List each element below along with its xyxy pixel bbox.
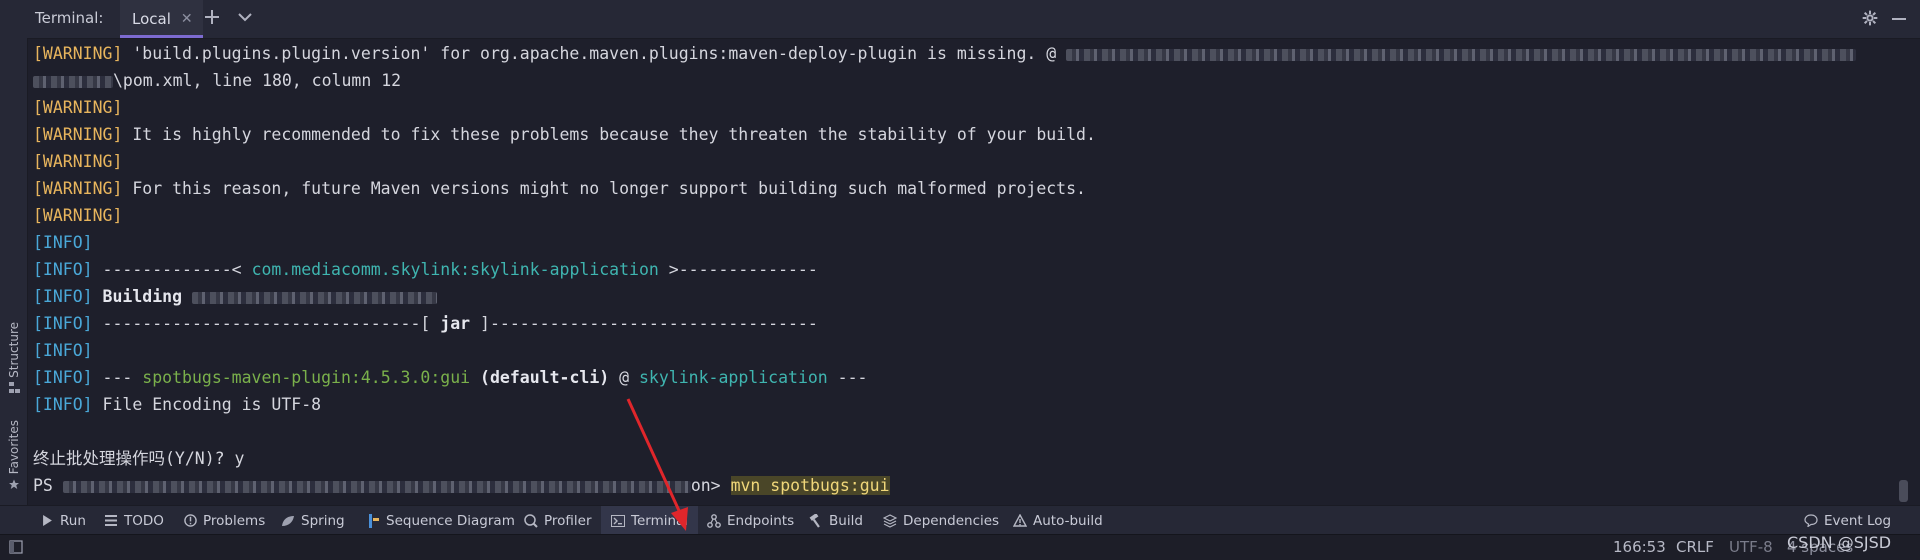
favorites-tab-label: Favorites bbox=[7, 420, 21, 475]
terminal-line: [WARNING] For this reason, future Maven … bbox=[33, 179, 1086, 198]
terminal-scrollbar[interactable] bbox=[1899, 480, 1908, 502]
plus-icon bbox=[205, 10, 219, 24]
line-separator[interactable]: CRLF bbox=[1676, 538, 1714, 556]
star-icon bbox=[8, 478, 20, 490]
sequence-diagram-tool-button[interactable]: Sequence Diagram bbox=[366, 506, 515, 535]
terminal-line: [INFO] File Encoding is UTF-8 bbox=[33, 395, 322, 414]
terminal-line: [INFO] --- spotbugs-maven-plugin:4.5.3.0… bbox=[33, 368, 868, 387]
close-icon[interactable]: ✕ bbox=[181, 11, 193, 27]
info-circle-icon bbox=[183, 514, 197, 528]
structure-tab[interactable]: Structure bbox=[3, 322, 25, 394]
redacted-text bbox=[1066, 48, 1857, 61]
favorites-tab[interactable]: Favorites bbox=[3, 420, 25, 490]
auto-build-tool-button[interactable]: Auto-build bbox=[1013, 506, 1103, 535]
toggle-panels-icon[interactable] bbox=[9, 540, 23, 558]
hammer-icon bbox=[809, 513, 823, 528]
layers-icon bbox=[883, 513, 897, 528]
terminal-line: [INFO] -------------< com.mediacomm.skyl… bbox=[33, 260, 818, 279]
watermark: CSDN @SJSD bbox=[1787, 533, 1892, 552]
terminal-line: [INFO] bbox=[33, 233, 93, 252]
gear-icon[interactable] bbox=[1862, 10, 1878, 30]
active-tab-indicator bbox=[120, 35, 203, 38]
profiler-tool-button[interactable]: Profiler bbox=[524, 506, 592, 535]
command-text: mvn spotbugs:gui bbox=[730, 476, 890, 495]
terminal-tool-button[interactable]: Terminal bbox=[601, 506, 699, 535]
add-tab-button[interactable] bbox=[205, 8, 219, 29]
endpoints-tool-button[interactable]: Endpoints bbox=[707, 506, 794, 535]
tab-local[interactable]: Local ✕ bbox=[120, 0, 203, 38]
terminal-line: \pom.xml, line 180, column 12 bbox=[33, 67, 1899, 94]
terminal-line: [INFO] --------------------------------[… bbox=[33, 314, 818, 333]
redacted-path bbox=[62, 480, 691, 493]
tab-dropdown-button[interactable] bbox=[238, 8, 252, 29]
terminal-line: [WARNING] It is highly recommended to fi… bbox=[33, 125, 1096, 144]
terminal-icon bbox=[611, 514, 625, 528]
sequence-diagram-icon bbox=[366, 513, 380, 528]
file-encoding[interactable]: UTF-8 bbox=[1729, 538, 1773, 556]
terminal-line: [WARNING] bbox=[33, 98, 123, 117]
cursor-position[interactable]: 166:53 bbox=[1613, 538, 1666, 556]
event-log-tool-button[interactable]: Event Log bbox=[1804, 506, 1891, 535]
terminal-line: [WARNING] bbox=[33, 152, 123, 171]
minimize-icon[interactable] bbox=[1892, 18, 1906, 20]
chevron-down-icon bbox=[238, 13, 252, 22]
terminal-line: [WARNING] 'build.plugins.plugin.version'… bbox=[33, 40, 1899, 67]
spring-leaf-icon bbox=[281, 514, 295, 528]
terminal-line: [INFO] bbox=[33, 341, 93, 360]
terminal-line: [INFO] Building bbox=[33, 283, 1899, 310]
run-icon bbox=[40, 514, 54, 528]
left-tool-strip: Structure Favorites bbox=[0, 0, 28, 559]
structure-tab-label: Structure bbox=[7, 322, 21, 378]
endpoints-icon bbox=[707, 513, 721, 528]
todo-tool-button[interactable]: TODO bbox=[104, 506, 164, 535]
dependencies-tool-button[interactable]: Dependencies bbox=[883, 506, 999, 535]
status-bar: 166:53 CRLF UTF-8 4 spaces CSDN @SJSD bbox=[0, 533, 1920, 560]
spring-tool-button[interactable]: Spring bbox=[281, 506, 345, 535]
terminal-line: 终止批处理操作吗(Y/N)? y bbox=[33, 449, 245, 468]
list-icon bbox=[104, 514, 118, 528]
warning-triangle-icon bbox=[1013, 514, 1027, 528]
terminal-header: Terminal: Local ✕ bbox=[27, 0, 1920, 39]
terminal-title: Terminal: bbox=[35, 9, 104, 27]
build-tool-button[interactable]: Build bbox=[809, 506, 863, 535]
speech-bubble-icon bbox=[1804, 514, 1818, 528]
run-tool-button[interactable]: Run bbox=[40, 506, 86, 535]
problems-tool-button[interactable]: Problems bbox=[183, 506, 265, 535]
redacted-text bbox=[191, 291, 437, 304]
tool-window-bar: Run TODO Problems Spring Sequence Diagra… bbox=[0, 505, 1920, 535]
tab-local-label: Local bbox=[132, 10, 171, 28]
terminal-line: [WARNING] bbox=[33, 206, 123, 225]
terminal-output[interactable]: [WARNING] 'build.plugins.plugin.version'… bbox=[27, 40, 1899, 505]
profiler-icon bbox=[524, 513, 538, 528]
structure-icon bbox=[8, 382, 20, 394]
redacted-text bbox=[33, 75, 113, 88]
terminal-prompt-line[interactable]: PS on> mvn spotbugs:gui bbox=[33, 472, 1899, 499]
